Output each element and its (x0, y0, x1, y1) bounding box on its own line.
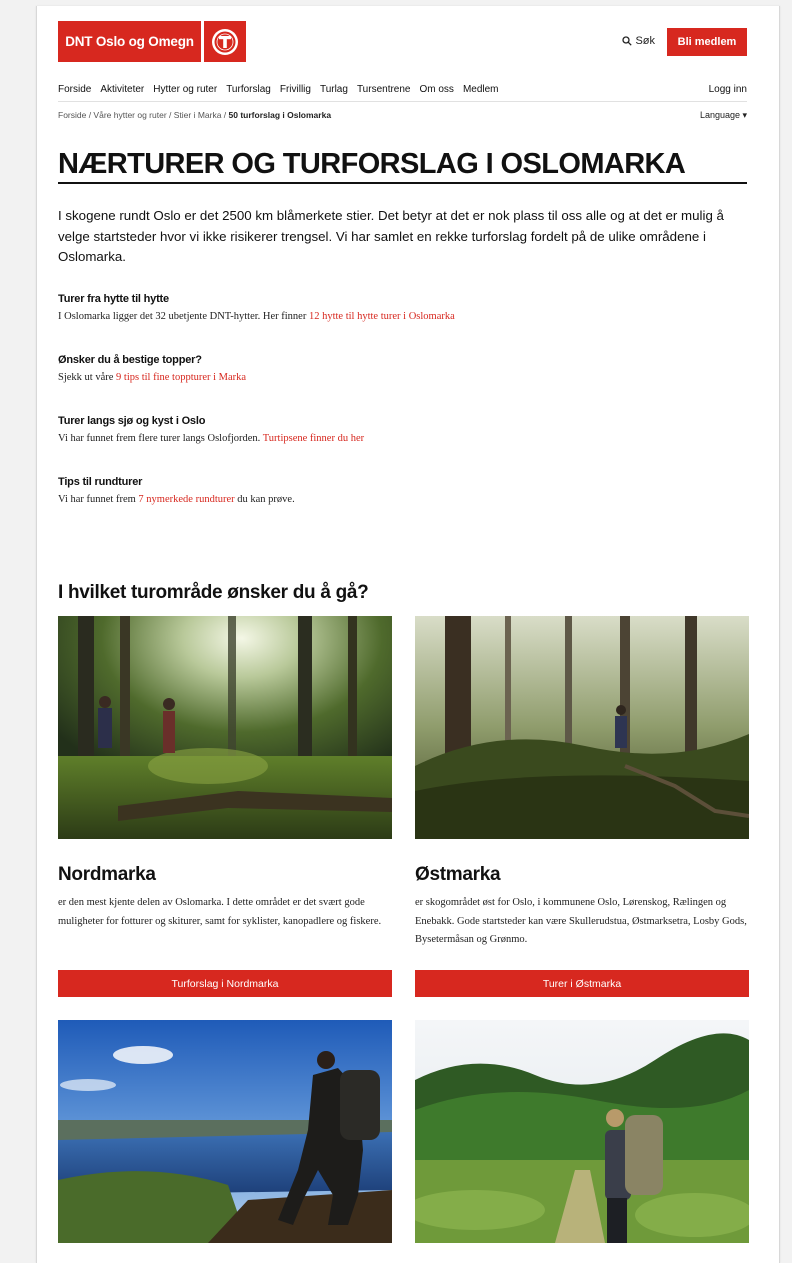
nordmarka-button[interactable]: Turforslag i Nordmarka (58, 970, 392, 997)
title-underline (58, 182, 747, 184)
nav-item-medlem[interactable]: Medlem (463, 84, 499, 95)
toppturer-link[interactable]: 9 tips til fine toppturer i Marka (116, 372, 246, 383)
areas-heading: I hvilket turområde ønsker du å gå? (58, 582, 369, 603)
nav-item-om-oss[interactable]: Om oss (419, 84, 453, 95)
nav-item-turforslag[interactable]: Turforslag (226, 84, 271, 95)
area-card-lake-view (58, 1020, 392, 1243)
ostmarka-button[interactable]: Turer i Østmarka (415, 970, 749, 997)
search-label: Søk (635, 35, 655, 47)
area-name: Østmarka (415, 864, 501, 885)
breadcrumb-path[interactable]: Forside / Våre hytter og ruter / Stier i… (58, 110, 229, 120)
login-link[interactable]: Logg inn (709, 84, 747, 95)
page-title: NÆRTURER OG TURFORSLAG I OSLOMARKA (58, 148, 686, 180)
nordmarka-photo[interactable] (58, 616, 392, 839)
nav-divider (58, 101, 747, 102)
section-body: Vi har funnet frem (58, 494, 139, 505)
page: DNT Oslo og Omegn Søk Bli medlem Forside (36, 6, 780, 1263)
language-selector[interactable]: Language ▾ (700, 110, 747, 121)
section-text: I Oslomarka ligger det 32 ubetjente DNT-… (58, 311, 747, 322)
section-body: I Oslomarka ligger det 32 ubetjente DNT-… (58, 311, 309, 322)
lake-view-photo[interactable] (58, 1020, 392, 1243)
section-heading: Ønsker du å bestige topper? (58, 354, 202, 366)
nav-item-tursentrene[interactable]: Tursentrene (357, 84, 411, 95)
area-description: er den mest kjente delen av Oslomarka. I… (58, 897, 382, 927)
section-text: Vi har funnet frem flere turer langs Osl… (58, 433, 747, 444)
section-body: Vi har funnet frem flere turer langs Osl… (58, 433, 263, 444)
nav-item-frivillig[interactable]: Frivillig (280, 84, 311, 95)
lead-paragraph: I skogene rundt Oslo er det 2500 km blåm… (58, 208, 724, 264)
logo-text: DNT Oslo og Omegn (58, 21, 201, 62)
breadcrumb[interactable]: Forside / Våre hytter og ruter / Stier i… (58, 110, 331, 120)
area-card-nordmarka: Nordmarka er den mest kjente delen av Os… (58, 616, 392, 997)
area-name: Nordmarka (58, 864, 156, 885)
rundturer-link[interactable]: 7 nymerkede rundturer (138, 494, 234, 505)
nav-item-turlag[interactable]: Turlag (320, 84, 348, 95)
section-heading: Turer langs sjø og kyst i Oslo (58, 415, 206, 427)
field-hiker-photo[interactable] (415, 1020, 749, 1243)
nav-item-forside[interactable]: Forside (58, 84, 91, 95)
area-card-ostmarka: Østmarka er skogområdet øst for Oslo, i … (415, 616, 749, 997)
site-logo[interactable]: DNT Oslo og Omegn (58, 21, 246, 62)
section-sjo-og-kyst: Turer langs sjø og kyst i Oslo Vi har fu… (58, 415, 747, 444)
area-description: er skogområdet øst for Oslo, i kommunene… (415, 897, 747, 945)
section-body-after: du kan prøve. (234, 494, 295, 505)
turtips-link[interactable]: Turtipsene finner du her (263, 433, 364, 444)
section-text: Sjekk ut våre 9 tips til fine toppturer … (58, 372, 747, 383)
section-rundturer: Tips til rundturer Vi har funnet frem 7 … (58, 476, 747, 505)
section-heading: Tips til rundturer (58, 476, 143, 488)
dnt-emblem-icon (204, 21, 246, 62)
join-button[interactable]: Bli medlem (667, 28, 747, 56)
section-topper: Ønsker du å bestige topper? Sjekk ut vår… (58, 354, 747, 383)
nav-item-hytter-og-ruter[interactable]: Hytter og ruter (153, 84, 217, 95)
section-body: Sjekk ut våre (58, 372, 117, 383)
section-heading: Turer fra hytte til hytte (58, 293, 169, 305)
search-icon (622, 36, 633, 46)
search-button[interactable]: Søk (622, 35, 655, 47)
ostmarka-photo[interactable] (415, 616, 749, 839)
area-card-field-hiker (415, 1020, 749, 1243)
main-nav: Forside Aktiviteter Hytter og ruter Turf… (58, 84, 747, 95)
section-text: Vi har funnet frem 7 nymerkede rundturer… (58, 494, 747, 505)
hytte-til-hytte-link[interactable]: 12 hytte til hytte turer i Oslomarka (309, 311, 455, 322)
breadcrumb-current: 50 turforslag i Oslomarka (228, 110, 332, 120)
section-hytte-til-hytte: Turer fra hytte til hytte I Oslomarka li… (58, 293, 747, 322)
nav-item-aktiviteter[interactable]: Aktiviteter (100, 84, 144, 95)
